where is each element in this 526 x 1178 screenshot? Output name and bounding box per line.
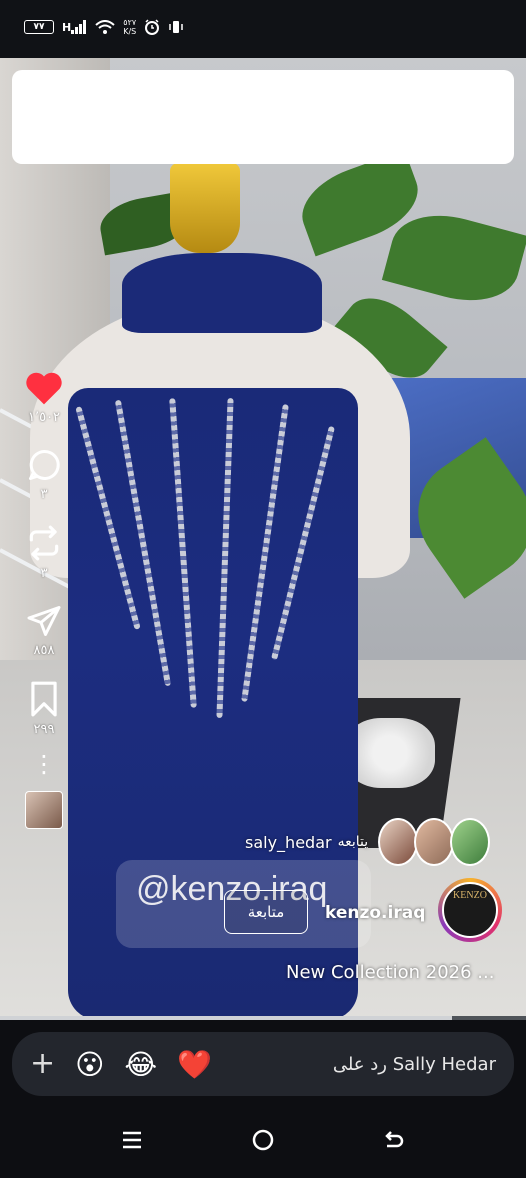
recent-apps-icon bbox=[123, 1131, 141, 1149]
reply-bar[interactable]: + 😮 😂 ❤️ رد على Sally Hedar bbox=[12, 1032, 514, 1096]
share-button[interactable]: ٨٥٨ bbox=[25, 603, 63, 658]
follower-avatar bbox=[450, 818, 491, 866]
repost-button[interactable]: ٣ bbox=[25, 524, 63, 581]
vibrate-icon bbox=[168, 20, 184, 34]
reply-input[interactable]: رد على Sally Hedar bbox=[333, 1054, 496, 1075]
recent-apps-button[interactable] bbox=[112, 1120, 152, 1160]
repost-count: ٣ bbox=[40, 566, 48, 581]
back-button[interactable] bbox=[374, 1120, 414, 1160]
add-icon[interactable]: + bbox=[30, 1049, 55, 1079]
status-bar: ٧٧ H ٥٢٧ K/S bbox=[0, 0, 526, 58]
username[interactable]: kenzo.iraq bbox=[325, 903, 425, 923]
follower-avatar bbox=[378, 818, 419, 866]
followed-by-label: يتابعه bbox=[337, 834, 369, 850]
bookmark-icon bbox=[31, 681, 57, 717]
comment-button[interactable]: ٣ bbox=[25, 447, 63, 502]
comment-count: ٣ bbox=[40, 487, 48, 502]
brand-logo: KENZO bbox=[453, 890, 487, 901]
follower-avatar bbox=[414, 818, 455, 866]
followed-by[interactable]: saly_hedar يتابعه bbox=[245, 818, 491, 866]
repost-icon bbox=[29, 525, 59, 561]
emoji-heart[interactable]: ❤️ bbox=[177, 1048, 212, 1081]
battery-icon: ٧٧ bbox=[24, 20, 54, 34]
alarm-icon bbox=[144, 19, 160, 35]
save-count: ٢٩٩ bbox=[33, 722, 55, 737]
follow-button[interactable]: متابعة bbox=[224, 890, 308, 934]
like-button[interactable]: ١٬٥٠٢ bbox=[24, 370, 64, 425]
followed-by-user: saly_hedar bbox=[245, 832, 332, 852]
comment-icon bbox=[29, 449, 60, 480]
back-icon bbox=[385, 1131, 404, 1148]
battery-level: ٧٧ bbox=[33, 22, 45, 32]
system-nav-bar bbox=[0, 1100, 526, 1178]
network-type: H bbox=[62, 20, 87, 34]
paper-plane-icon bbox=[27, 606, 61, 636]
more-options-icon[interactable]: ⋮ bbox=[32, 752, 56, 776]
network-speed: ٥٢٧ K/S bbox=[123, 18, 137, 36]
emoji-laughing[interactable]: 😂 bbox=[124, 1048, 157, 1081]
wifi-icon bbox=[95, 20, 115, 34]
heart-icon bbox=[26, 372, 62, 405]
caption[interactable]: New Collection 2026 ... bbox=[286, 962, 494, 983]
home-icon bbox=[252, 1129, 274, 1151]
action-rail: ١٬٥٠٢ ٣ ٣ ٨٥٨ ٢٩٩ ⋮ bbox=[20, 370, 68, 829]
like-count: ١٬٥٠٢ bbox=[27, 410, 61, 425]
profile-avatar[interactable]: KENZO bbox=[442, 882, 498, 938]
save-button[interactable]: ٢٩٩ bbox=[27, 680, 61, 737]
video-progress-bar[interactable] bbox=[0, 1016, 526, 1020]
home-button[interactable] bbox=[243, 1120, 283, 1160]
video-progress-fill bbox=[0, 1016, 453, 1020]
audio-avatar[interactable] bbox=[25, 791, 63, 829]
top-banner bbox=[12, 70, 514, 164]
share-count: ٨٥٨ bbox=[33, 643, 55, 658]
emoji-surprised[interactable]: 😮 bbox=[75, 1048, 104, 1081]
